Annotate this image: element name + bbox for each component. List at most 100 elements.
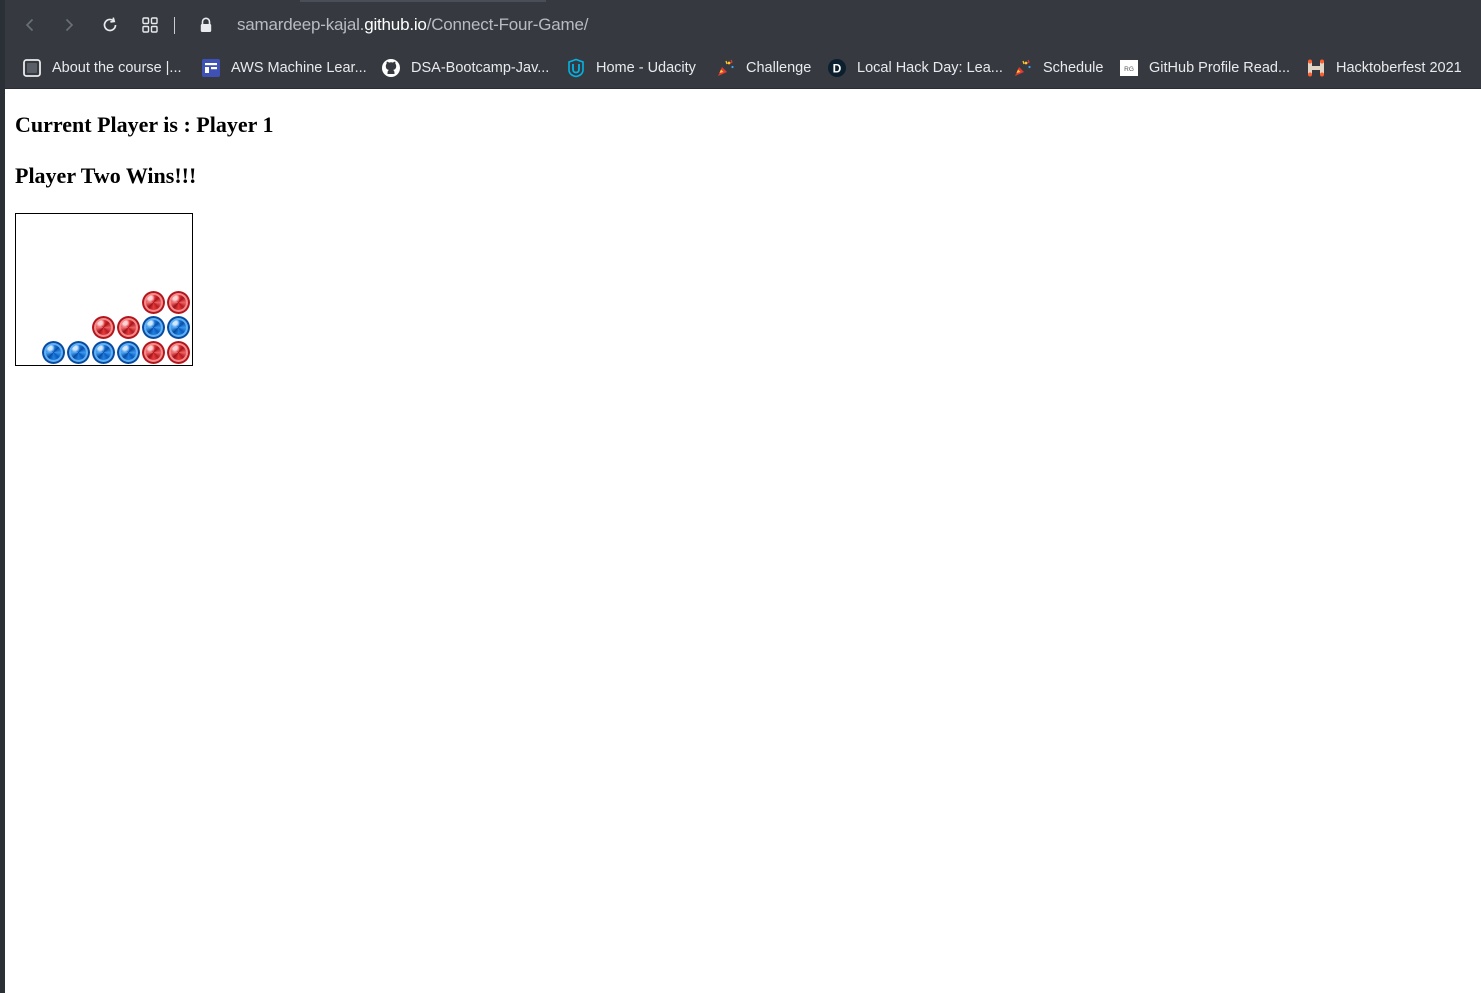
udacity-icon [566, 58, 586, 78]
board-cell[interactable] [16, 340, 41, 365]
board-cell[interactable] [141, 265, 166, 290]
board-cell[interactable] [166, 290, 191, 315]
reload-icon [103, 17, 117, 32]
board-cell[interactable] [66, 240, 91, 265]
red-disc [142, 291, 165, 314]
current-player-heading: Current Player is : Player 1 [15, 112, 274, 137]
board-cell[interactable] [141, 240, 166, 265]
red-disc [92, 316, 115, 339]
board-cell[interactable] [141, 290, 166, 315]
board-cell[interactable] [116, 340, 141, 365]
bookmark-about-course[interactable]: About the course |... [22, 54, 182, 82]
board-cell[interactable] [91, 340, 116, 365]
board-cell[interactable] [141, 340, 166, 365]
blue-disc [42, 341, 65, 364]
dev-d-icon: D [827, 58, 847, 78]
board-cell[interactable] [91, 290, 116, 315]
apps-grid-icon [142, 17, 158, 33]
bookmark-challenge[interactable]: Challenge [716, 54, 811, 82]
bookmark-label: DSA-Bootcamp-Jav... [411, 60, 550, 76]
red-disc [117, 316, 140, 339]
svg-text:RG: RG [1124, 66, 1134, 73]
back-button[interactable] [16, 11, 44, 39]
board-cell[interactable] [66, 315, 91, 340]
board-cell[interactable] [66, 265, 91, 290]
bookmark-aws-machine-learning[interactable]: AWS Machine Lear... [201, 54, 367, 82]
board-cell[interactable] [66, 340, 91, 365]
aws-course-icon [201, 58, 221, 78]
board-cell[interactable] [91, 215, 116, 240]
lock-icon[interactable] [192, 11, 220, 39]
blue-disc [67, 341, 90, 364]
bookmark-label: Challenge [746, 60, 812, 76]
bookmark-label: Schedule [1043, 60, 1104, 76]
bookmark-label: Local Hack Day: Lea... [857, 60, 1003, 76]
board-cell[interactable] [41, 290, 66, 315]
bookmark-udacity[interactable]: Home - Udacity [566, 54, 696, 82]
blue-disc [167, 316, 190, 339]
board-cell[interactable] [41, 265, 66, 290]
board-cell[interactable] [141, 315, 166, 340]
board-cell[interactable] [116, 265, 141, 290]
address-bar[interactable]: samardeep-kajal.github.io/Connect-Four-G… [192, 11, 1192, 39]
blue-disc [142, 316, 165, 339]
window-left-edge [0, 0, 5, 993]
blue-disc [117, 341, 140, 364]
bookmark-label: About the course |... [52, 60, 182, 76]
active-tab-indicator [300, 0, 546, 2]
board-cell[interactable] [166, 240, 191, 265]
svg-text:D: D [833, 62, 842, 76]
url-path: /Connect-Four-Game/ [426, 15, 589, 34]
bookmark-github-profile-readme[interactable]: RG GitHub Profile Read... [1119, 54, 1290, 82]
board-cell[interactable] [116, 290, 141, 315]
apps-button[interactable] [136, 11, 164, 39]
forward-button[interactable] [55, 11, 83, 39]
board-cell[interactable] [41, 340, 66, 365]
confetti-icon [1013, 58, 1033, 78]
github-icon [381, 58, 401, 78]
game-board[interactable] [15, 213, 193, 366]
board-cell[interactable] [116, 215, 141, 240]
board-cell[interactable] [41, 240, 66, 265]
bookmark-label: Hacktoberfest 2021 [1336, 60, 1462, 76]
bookmarks-bar: About the course |... AWS Machine Lear..… [0, 50, 1481, 89]
board-cell[interactable] [16, 265, 41, 290]
board-cell[interactable] [66, 290, 91, 315]
board-cell[interactable] [41, 315, 66, 340]
red-disc [142, 341, 165, 364]
winner-heading: Player Two Wins!!! [15, 163, 197, 188]
bookmark-label: GitHub Profile Read... [1149, 60, 1291, 76]
reload-button[interactable] [96, 11, 124, 39]
board-cell[interactable] [166, 315, 191, 340]
url-host: github.io [364, 15, 427, 34]
board-cell[interactable] [91, 265, 116, 290]
confetti-icon [716, 58, 736, 78]
board-cell[interactable] [141, 215, 166, 240]
board-cell[interactable] [166, 265, 191, 290]
board-cell[interactable] [16, 315, 41, 340]
bookmark-dsa-bootcamp[interactable]: DSA-Bootcamp-Jav... [381, 54, 549, 82]
chevron-right-icon [65, 18, 74, 32]
board-cell[interactable] [166, 215, 191, 240]
bookmark-hacktoberfest[interactable]: Hacktoberfest 2021 [1306, 54, 1462, 82]
red-disc [167, 341, 190, 364]
board-cell[interactable] [41, 215, 66, 240]
bookmark-local-hack-day[interactable]: D Local Hack Day: Lea... [827, 54, 1003, 82]
board-cell[interactable] [116, 240, 141, 265]
board-cell[interactable] [16, 290, 41, 315]
board-cell[interactable] [16, 215, 41, 240]
board-cell[interactable] [91, 315, 116, 340]
board-cell[interactable] [16, 240, 41, 265]
board-cell[interactable] [91, 240, 116, 265]
bookmark-label: AWS Machine Lear... [231, 60, 367, 76]
bookmark-schedule[interactable]: Schedule [1013, 54, 1103, 82]
page-content: Current Player is : Player 1 Player Two … [5, 89, 1481, 993]
url-text: samardeep-kajal.github.io/Connect-Four-G… [237, 15, 588, 35]
board-cell[interactable] [66, 215, 91, 240]
bookmark-label: Home - Udacity [596, 60, 696, 76]
page-icon [22, 58, 42, 78]
rg-icon: RG [1119, 58, 1139, 78]
board-cell[interactable] [166, 340, 191, 365]
board-cell[interactable] [116, 315, 141, 340]
toolbar-divider [174, 17, 175, 34]
